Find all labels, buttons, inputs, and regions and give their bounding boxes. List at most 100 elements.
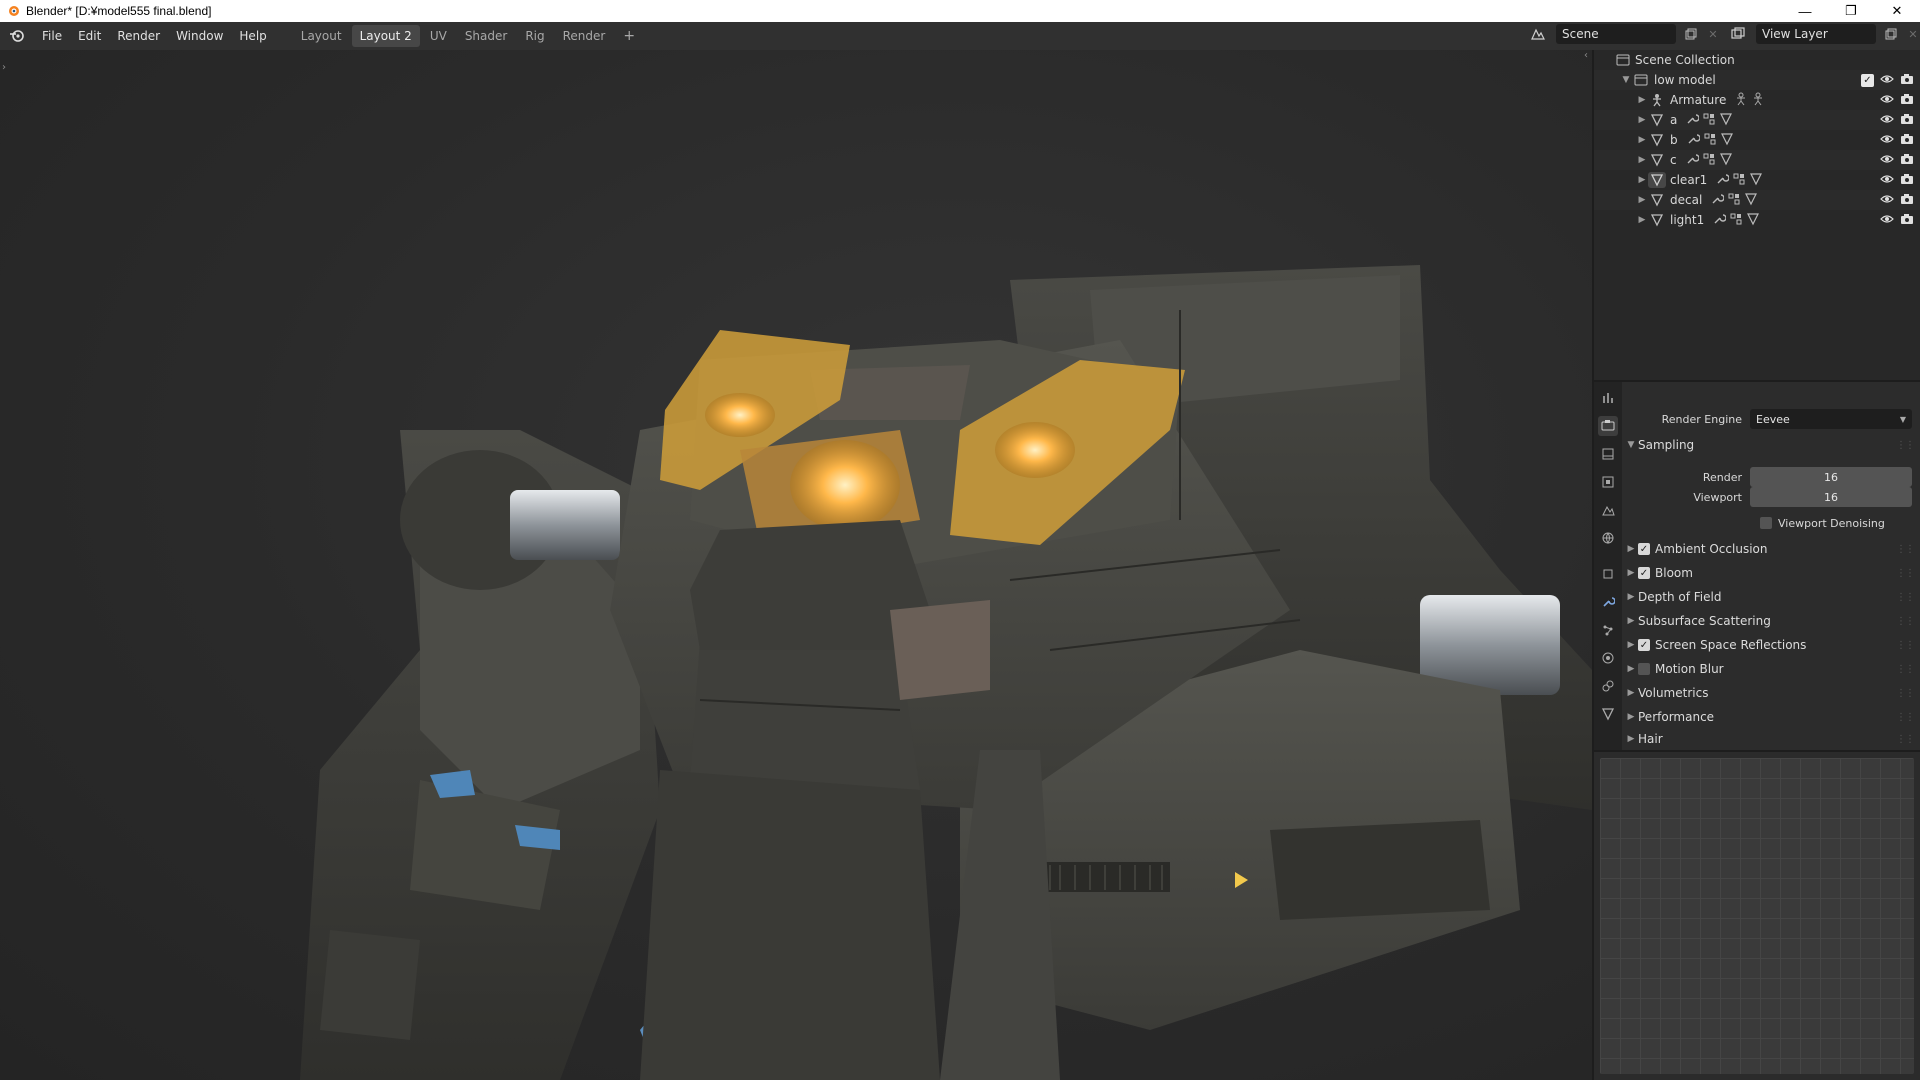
scene-icon[interactable] [1526,24,1550,44]
wrench-icon[interactable] [1712,212,1727,229]
camera-icon[interactable] [1900,173,1914,188]
viewport-denoising-checkbox[interactable] [1760,517,1772,529]
eye-icon[interactable] [1880,133,1894,147]
wrench-icon[interactable] [1686,132,1701,149]
drag-grip-icon[interactable]: ⋮⋮ [1896,568,1915,579]
outliner-row-object-a[interactable]: ▶ a [1594,110,1920,130]
ambient-occlusion-checkbox[interactable]: ✓ [1638,543,1650,555]
scene-name-field[interactable]: Scene [1556,24,1676,44]
view-layer-properties-icon[interactable] [1598,472,1618,492]
panel-performance[interactable]: ▶ Performance ⋮⋮ [1624,706,1920,728]
outliner-row-armature[interactable]: ▶ Armature [1594,90,1920,110]
delete-scene-icon[interactable]: ✕ [1706,28,1720,41]
outliner-row-scene-collection[interactable]: Scene Collection [1594,50,1920,70]
motion-blur-checkbox[interactable] [1638,663,1650,675]
drag-grip-icon[interactable]: ⋮⋮ [1896,664,1915,675]
3d-viewport[interactable]: › ‹ [0,50,1592,1080]
outliner-row-object-decal[interactable]: ▶ decal [1594,190,1920,210]
panel-ambient-occlusion[interactable]: ▶ ✓ Ambient Occlusion ⋮⋮ [1624,538,1920,560]
tab-render[interactable]: Render [555,25,614,47]
mesh-data-icon[interactable] [1746,212,1760,229]
tab-layout-2[interactable]: Layout 2 [351,25,420,47]
bloom-checkbox[interactable]: ✓ [1638,567,1650,579]
outliner-row-low-model[interactable]: ▼ low model ✓ [1594,70,1920,90]
drag-grip-icon[interactable]: ⋮⋮ [1896,712,1915,723]
panel-subsurface-scattering[interactable]: ▶ Subsurface Scattering ⋮⋮ [1624,610,1920,632]
world-properties-icon[interactable] [1598,528,1618,548]
minimize-button[interactable]: — [1782,0,1828,22]
panel-hair[interactable]: ▶ Hair ⋮⋮ [1624,728,1920,750]
expand-triangle-icon[interactable]: ▶ [1636,175,1648,185]
constraint-icon[interactable] [1702,152,1716,169]
menu-file[interactable]: File [34,29,70,43]
constraint-icon[interactable] [1703,132,1717,149]
drag-grip-icon[interactable]: ⋮⋮ [1896,440,1915,451]
mesh-data-icon[interactable] [1719,152,1733,169]
camera-icon[interactable] [1900,113,1914,128]
maximize-button[interactable]: ❐ [1828,0,1874,22]
expand-triangle-icon[interactable]: ▶ [1636,215,1648,225]
constraint-icon[interactable] [1702,112,1716,129]
panel-motion-blur[interactable]: ▶ Motion Blur ⋮⋮ [1624,658,1920,680]
panel-screen-space-reflections[interactable]: ▶ ✓ Screen Space Reflections ⋮⋮ [1624,634,1920,656]
menu-edit[interactable]: Edit [70,29,109,43]
camera-icon[interactable] [1900,93,1914,108]
drag-grip-icon[interactable]: ⋮⋮ [1896,592,1915,603]
collapse-triangle-icon[interactable]: ▼ [1620,75,1632,85]
tool-settings-icon[interactable] [1598,388,1618,408]
pose-icon[interactable] [1734,92,1748,109]
eye-icon[interactable] [1880,173,1894,187]
particles-properties-icon[interactable] [1598,620,1618,640]
wrench-icon[interactable] [1715,172,1730,189]
wrench-icon[interactable] [1685,152,1700,169]
wrench-icon[interactable] [1685,112,1701,129]
modifier-properties-icon[interactable] [1598,592,1618,612]
tab-rig[interactable]: Rig [517,25,552,47]
new-scene-icon[interactable] [1682,25,1700,43]
view-layer-name-field[interactable]: View Layer [1756,24,1876,44]
expand-triangle-icon[interactable]: ▶ [1636,135,1648,145]
physics-properties-icon[interactable] [1598,648,1618,668]
node-editor-grid[interactable] [1600,758,1914,1074]
drag-grip-icon[interactable]: ⋮⋮ [1896,734,1915,745]
outliner-row-object-c[interactable]: ▶ c [1594,150,1920,170]
drag-grip-icon[interactable]: ⋮⋮ [1896,688,1915,699]
constraint-properties-icon[interactable] [1598,676,1618,696]
blender-menu-icon[interactable] [0,22,34,50]
wrench-icon[interactable] [1710,192,1725,209]
mesh-data-icon[interactable] [1720,132,1734,149]
render-properties-icon[interactable] [1598,416,1618,436]
node-editor-area[interactable] [1594,752,1920,1080]
add-workspace-button[interactable]: + [615,25,643,47]
output-properties-icon[interactable] [1598,444,1618,464]
camera-icon[interactable] [1900,153,1914,168]
constraint-icon[interactable] [1732,172,1746,189]
armature-data-icon[interactable] [1751,92,1765,109]
new-view-layer-icon[interactable] [1882,25,1900,43]
camera-icon[interactable] [1900,213,1914,228]
tab-uv[interactable]: UV [422,25,455,47]
outliner-row-object-b[interactable]: ▶ b [1594,130,1920,150]
close-button[interactable]: ✕ [1874,0,1920,22]
panel-sampling[interactable]: ▼ Sampling ⋮⋮ [1624,434,1920,456]
panel-bloom[interactable]: ▶ ✓ Bloom ⋮⋮ [1624,562,1920,584]
outliner-row-object-light1[interactable]: ▶ light1 [1594,210,1920,230]
scene-properties-icon[interactable] [1598,500,1618,520]
drag-grip-icon[interactable]: ⋮⋮ [1896,640,1915,651]
camera-icon[interactable] [1900,73,1914,88]
eye-icon[interactable] [1880,193,1894,207]
menu-help[interactable]: Help [231,29,274,43]
exclude-checkbox[interactable]: ✓ [1861,73,1874,87]
tab-shader[interactable]: Shader [457,25,516,47]
expand-triangle-icon[interactable]: ▶ [1636,95,1648,105]
expand-triangle-icon[interactable]: ▶ [1636,195,1648,205]
camera-icon[interactable] [1900,193,1914,208]
panel-depth-of-field[interactable]: ▶ Depth of Field ⋮⋮ [1624,586,1920,608]
constraint-icon[interactable] [1729,212,1743,229]
eye-icon[interactable] [1880,153,1894,167]
panel-volumetrics[interactable]: ▶ Volumetrics ⋮⋮ [1624,682,1920,704]
eye-icon[interactable] [1880,93,1894,107]
menu-render[interactable]: Render [109,29,168,43]
drag-grip-icon[interactable]: ⋮⋮ [1896,616,1915,627]
camera-icon[interactable] [1900,133,1914,148]
